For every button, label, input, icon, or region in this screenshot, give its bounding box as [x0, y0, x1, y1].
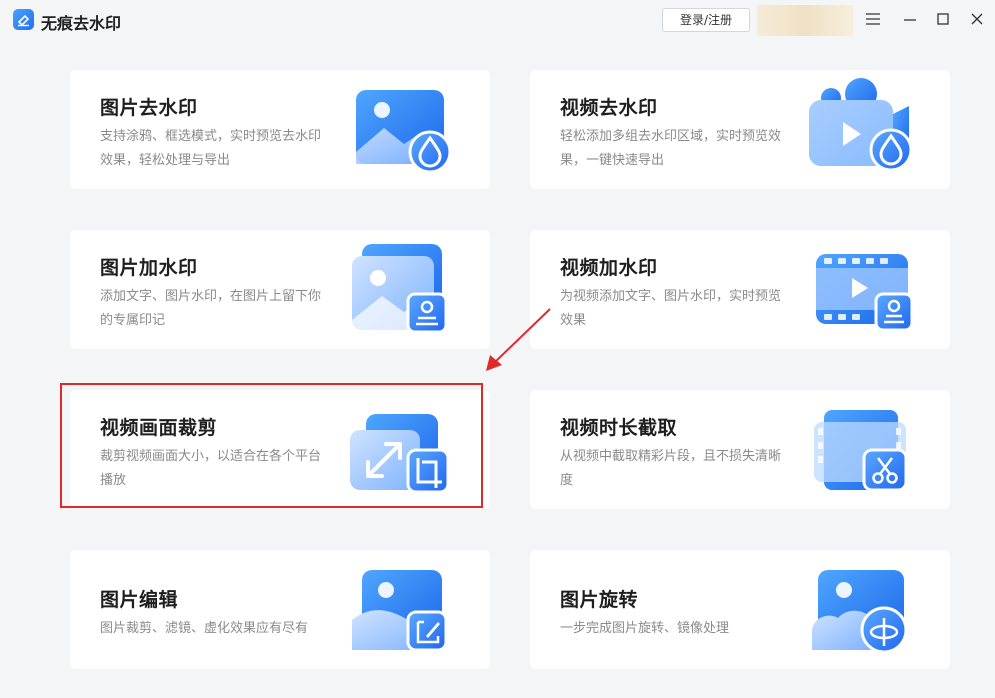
card-video-remove-watermark[interactable]: 视频去水印 轻松添加多组去水印区域，实时预览效果，一键快速导出 [530, 70, 950, 189]
card-image-edit[interactable]: 图片编辑 图片裁剪、滤镜、虚化效果应有尽有 [70, 550, 490, 669]
card-image-rotate[interactable]: 图片旋转 一步完成图片旋转、镜像处理 [530, 550, 950, 669]
annotation-arrow-icon [480, 305, 555, 379]
minimize-icon[interactable] [901, 10, 919, 28]
close-icon[interactable] [968, 10, 986, 28]
card-image-add-watermark[interactable]: 图片加水印 添加文字、图片水印，在图片上留下你的专属印记 [70, 230, 490, 349]
card-title: 图片加水印 [100, 257, 198, 279]
highlight-box [60, 383, 483, 508]
film-scissors-icon [808, 400, 918, 500]
card-title: 图片编辑 [100, 589, 179, 611]
hamburger-menu-icon[interactable] [864, 10, 882, 28]
image-edit-icon [348, 560, 458, 660]
card-description: 轻松添加多组去水印区域，实时预览效果，一键快速导出 [560, 129, 782, 168]
app-title: 无痕去水印 [41, 14, 122, 33]
card-description: 一步完成图片旋转、镜像处理 [560, 621, 730, 636]
eraser-logo-icon [13, 9, 34, 30]
card-video-trim[interactable]: 视频时长截取 从视频中截取精彩片段，且不损失清晰度 [530, 390, 950, 509]
card-description: 添加文字、图片水印，在图片上留下你的专属印记 [100, 289, 322, 328]
card-description: 支持涂鸦、框选模式，实时预览去水印效果，轻松处理与导出 [100, 129, 322, 168]
image-rotate-icon [808, 560, 918, 660]
card-video-add-watermark[interactable]: 视频加水印 为视频添加文字、图片水印，实时预览效果 [530, 230, 950, 349]
card-title: 视频时长截取 [560, 417, 678, 439]
title-bar: 无痕去水印 登录/注册 [0, 0, 995, 40]
maximize-icon[interactable] [934, 10, 952, 28]
image-droplet-icon [348, 80, 458, 180]
card-title: 视频去水印 [560, 97, 658, 119]
card-image-remove-watermark[interactable]: 图片去水印 支持涂鸦、框选模式，实时预览去水印效果，轻松处理与导出 [70, 70, 490, 189]
video-droplet-icon [805, 74, 915, 174]
card-description: 为视频添加文字、图片水印，实时预览效果 [560, 289, 782, 328]
card-title: 图片去水印 [100, 97, 198, 119]
video-stamp-icon [808, 240, 918, 340]
card-description: 图片裁剪、滤镜、虚化效果应有尽有 [100, 621, 309, 636]
image-stamp-icon [348, 240, 458, 340]
login-register-button[interactable]: 登录/注册 [662, 8, 750, 32]
user-avatar-area[interactable] [757, 5, 853, 36]
card-description: 从视频中截取精彩片段，且不损失清晰度 [560, 449, 782, 488]
card-title: 视频加水印 [560, 257, 658, 279]
card-title: 图片旋转 [560, 589, 639, 611]
